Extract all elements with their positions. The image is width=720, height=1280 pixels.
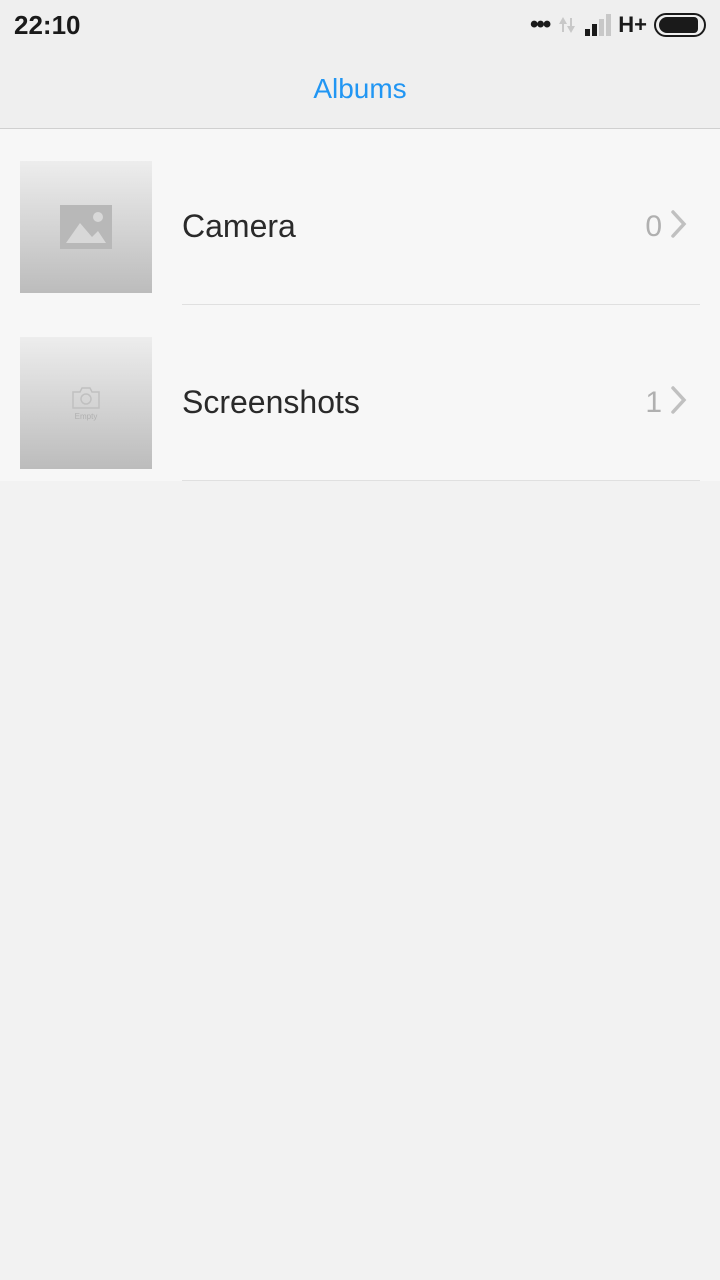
album-count-label: 1 (645, 386, 662, 420)
camera-placeholder-icon (71, 386, 101, 410)
battery-icon (654, 13, 706, 37)
album-item-screenshots[interactable]: Empty Screenshots 1 (0, 305, 720, 481)
chevron-right-icon (670, 209, 688, 244)
data-activity-icon (556, 14, 578, 36)
app-header: Albums (0, 50, 720, 129)
chevron-right-icon (670, 385, 688, 420)
more-dots-icon: ••• (530, 11, 549, 39)
status-bar: 22:10 ••• H+ (0, 0, 720, 50)
album-name-label: Screenshots (182, 384, 360, 421)
header-title-albums[interactable]: Albums (313, 73, 406, 105)
album-item-camera[interactable]: Camera 0 (0, 129, 720, 305)
album-meta: 0 (645, 209, 688, 244)
album-list: Camera 0 Empty Screenshots 1 (0, 129, 720, 481)
album-name-label: Camera (182, 208, 296, 245)
network-type-label: H+ (618, 12, 647, 38)
signal-strength-icon (585, 14, 611, 36)
album-content: Screenshots 1 (182, 325, 700, 481)
status-right: ••• H+ (530, 11, 706, 39)
thumb-sublabel: Empty (75, 412, 98, 421)
album-count-label: 0 (645, 210, 662, 244)
album-thumbnail: Empty (20, 337, 152, 469)
album-content: Camera 0 (182, 149, 700, 305)
status-time: 22:10 (14, 10, 81, 41)
album-thumbnail (20, 161, 152, 293)
album-meta: 1 (645, 385, 688, 420)
image-placeholder-icon (58, 203, 114, 251)
